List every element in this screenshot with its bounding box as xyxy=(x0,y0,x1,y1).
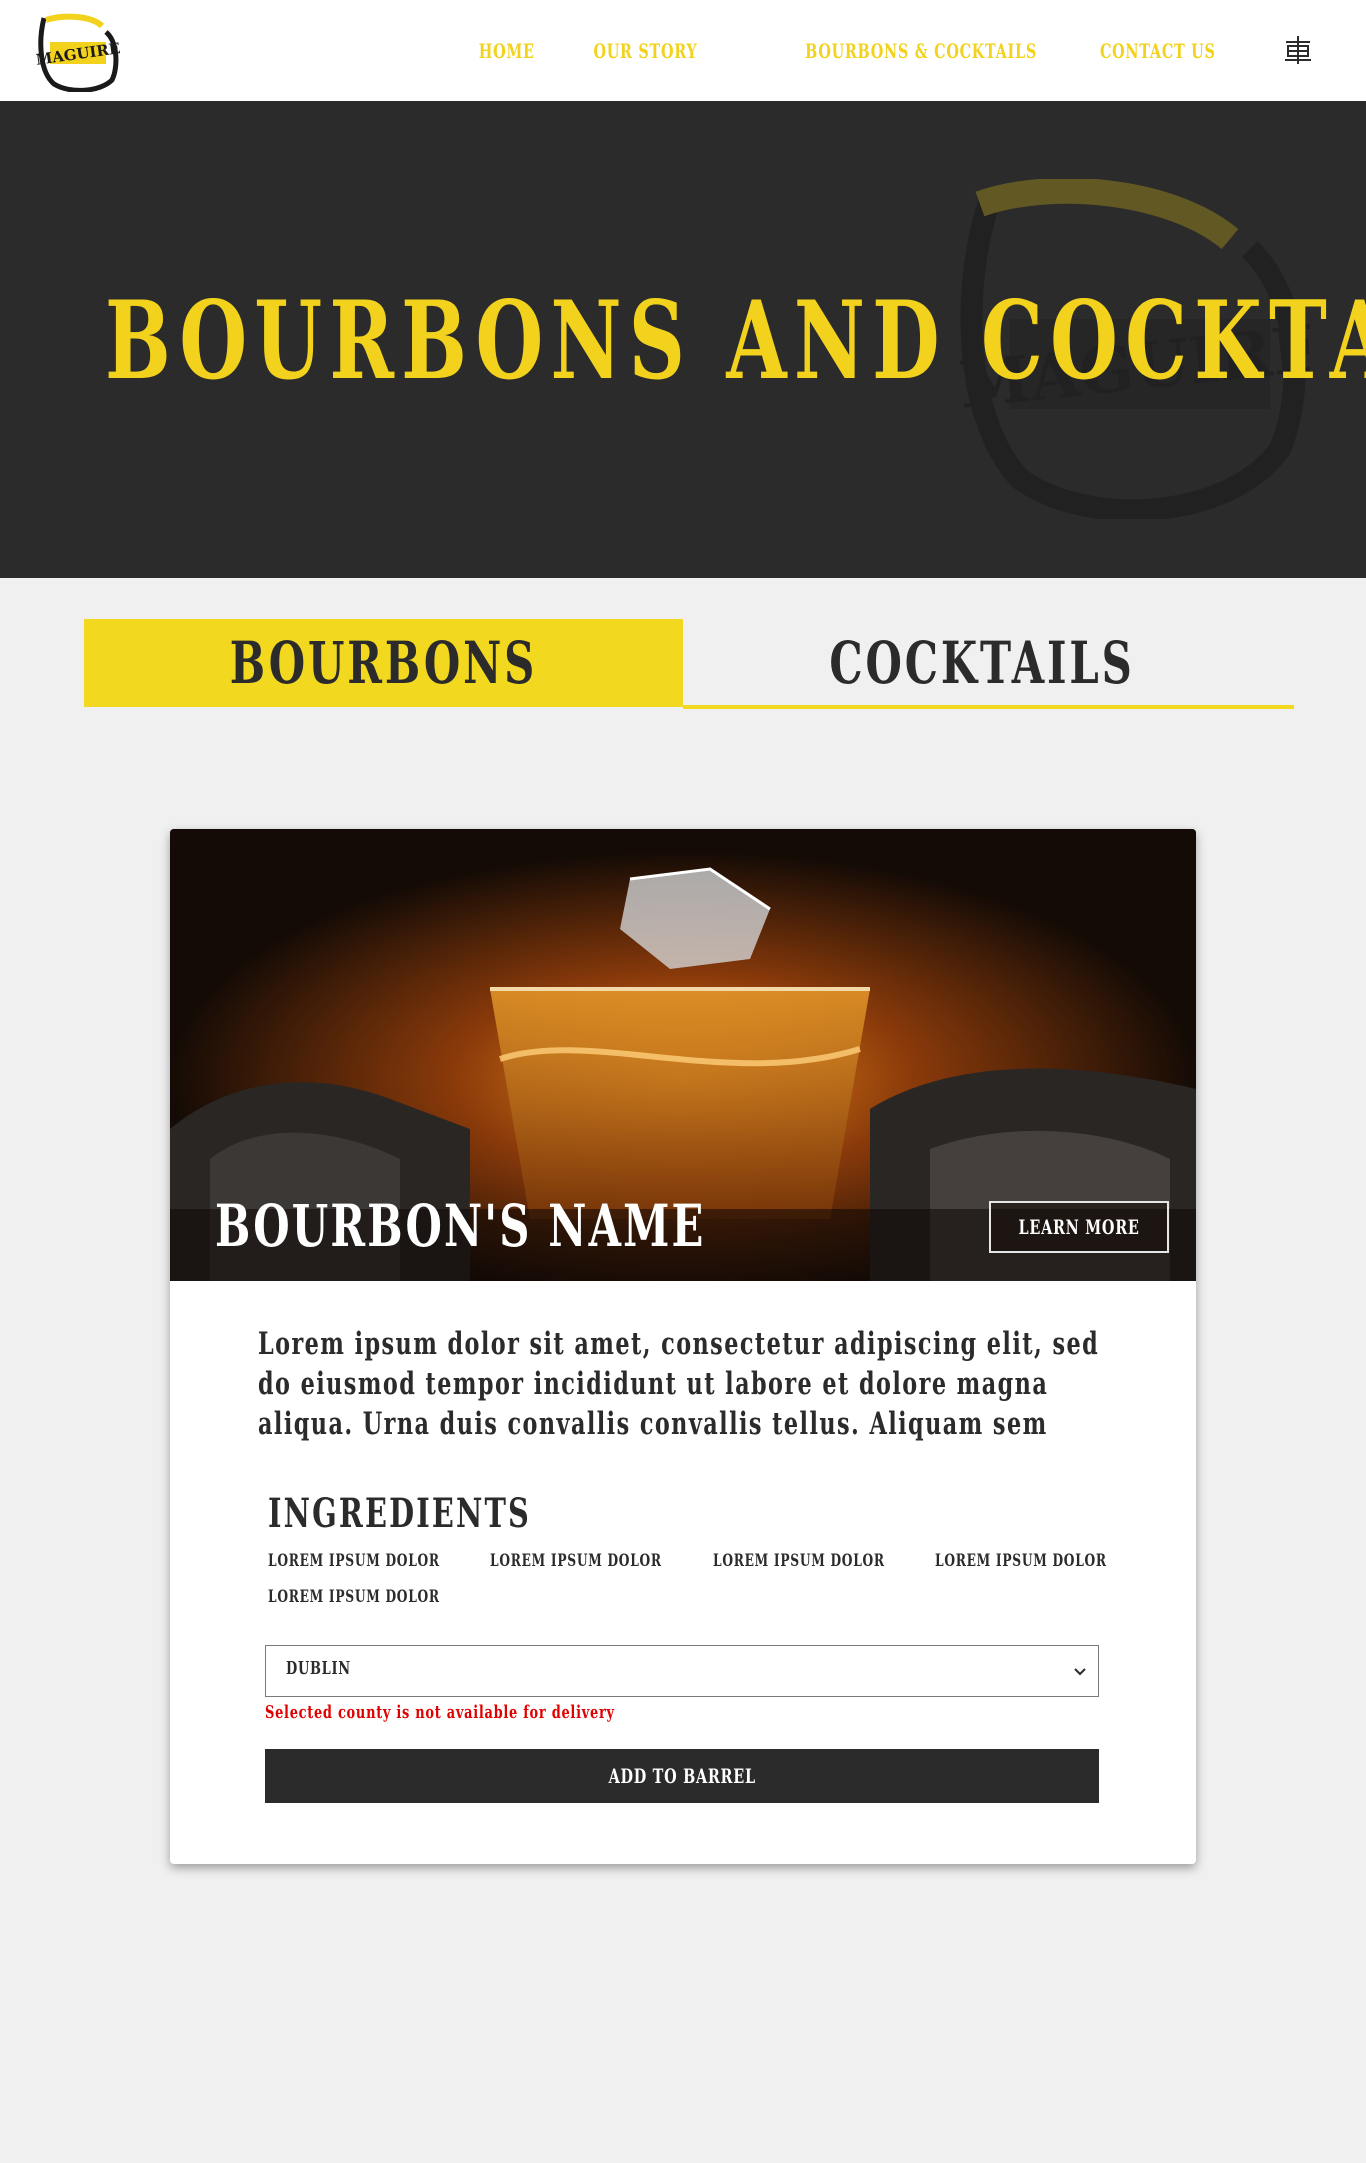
ingredient-item: LOREM IPSUM DOLOR xyxy=(713,1551,885,1571)
maguire-logo[interactable]: MAGUIRE xyxy=(35,12,121,93)
bourbon-image: BOURBON'S NAME LEARN MORE xyxy=(170,829,1196,1281)
county-select-value: DUBLIN xyxy=(286,1658,351,1679)
bourbon-card: BOURBON'S NAME LEARN MORE Lorem ipsum do… xyxy=(170,829,1196,1864)
tabs-underline xyxy=(683,705,1294,709)
ingredient-item: LOREM IPSUM DOLOR xyxy=(268,1587,440,1607)
nav-home[interactable]: HOME xyxy=(457,36,535,66)
chevron-down-icon xyxy=(1072,1664,1088,1680)
nav-contact-us[interactable]: CONTACT US xyxy=(1055,36,1216,66)
main-nav: HOME OUR STORY BOURBONS & COCKTAILS CONT… xyxy=(439,36,1216,66)
nav-bourbons-cocktails[interactable]: BOURBONS & COCKTAILS xyxy=(715,36,1037,66)
tab-cocktails-label: COCKTAILS xyxy=(829,629,1136,697)
category-tabs: BOURBONS COCKTAILS xyxy=(84,619,1294,711)
hero-banner: MAGUIRE BOURBONS AND COCKTAILS xyxy=(0,101,1366,578)
ingredients-heading: INGREDIENTS xyxy=(268,1490,531,1537)
tab-cocktails[interactable]: COCKTAILS xyxy=(683,619,1282,707)
learn-more-button[interactable]: LEARN MORE xyxy=(989,1201,1169,1253)
bourbon-name: BOURBON'S NAME xyxy=(215,1192,706,1260)
tab-bourbons-label: BOURBONS xyxy=(229,629,538,697)
delivery-error-message: Selected county is not available for del… xyxy=(265,1702,615,1723)
tab-bourbons[interactable]: BOURBONS xyxy=(84,619,683,707)
nav-our-story[interactable]: OUR STORY xyxy=(553,36,697,66)
bourbon-description: Lorem ipsum dolor sit amet, consectetur … xyxy=(258,1326,1100,1442)
site-header: MAGUIRE HOME OUR STORY BOURBONS & COCKTA… xyxy=(0,0,1366,102)
county-select[interactable]: DUBLIN xyxy=(265,1645,1099,1697)
page-title: BOURBONS AND COCKTAILS xyxy=(105,278,1366,404)
add-to-barrel-button[interactable]: ADD TO BARREL xyxy=(265,1749,1099,1803)
ingredient-item: LOREM IPSUM DOLOR xyxy=(268,1551,440,1571)
ingredient-item: LOREM IPSUM DOLOR xyxy=(935,1551,1107,1571)
ingredient-item: LOREM IPSUM DOLOR xyxy=(490,1551,662,1571)
translate-icon[interactable] xyxy=(1282,34,1314,66)
